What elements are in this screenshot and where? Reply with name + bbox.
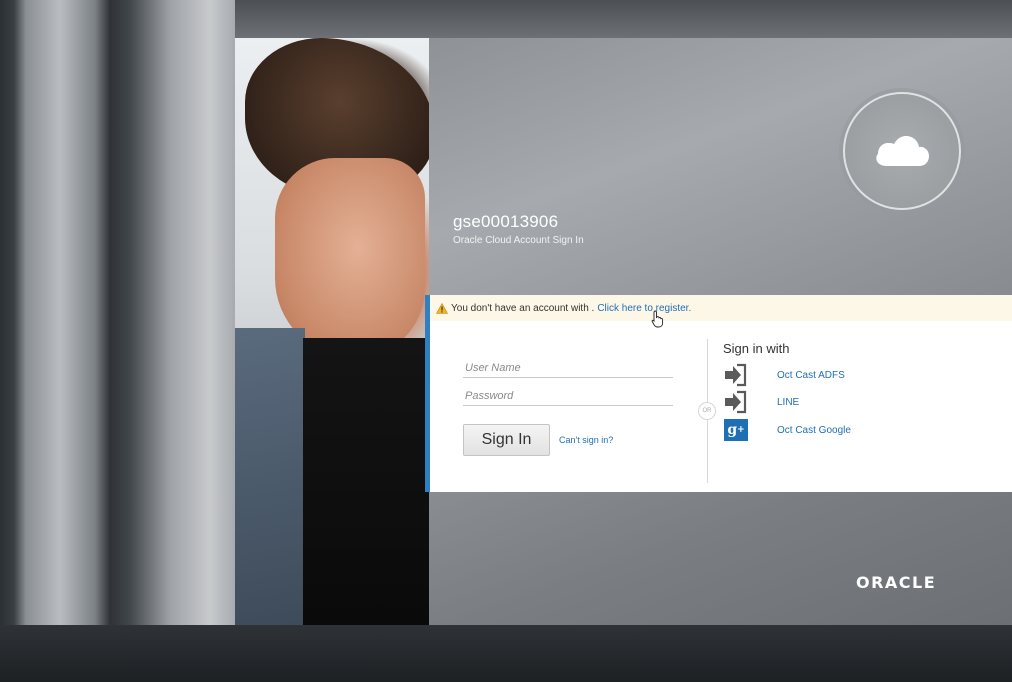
background-top [235, 0, 1012, 38]
sso-provider-line[interactable]: LINE [723, 389, 799, 415]
page-subtitle: Oracle Cloud Account Sign In [453, 235, 584, 246]
google-plus-icon: g + [723, 418, 749, 442]
password-input[interactable] [463, 386, 673, 406]
hand-cursor-icon [651, 310, 664, 328]
account-warning-bar: You don't have an account with . Click h… [430, 295, 1012, 321]
sign-in-arrow-icon [723, 363, 749, 387]
sso-link-google[interactable]: Oct Cast Google [777, 425, 851, 436]
cant-sign-in-link[interactable]: Can't sign in? [559, 435, 613, 445]
warning-message: You don't have an account with . [451, 302, 595, 314]
sign-in-arrow-icon [723, 390, 749, 414]
sso-link-line[interactable]: LINE [777, 397, 799, 408]
sso-provider-google[interactable]: g + Oct Cast Google [723, 417, 851, 443]
cloud-badge [843, 92, 961, 210]
tenant-name: gse00013906 [453, 212, 559, 231]
cloud-icon [876, 136, 929, 166]
background-bottom [0, 625, 1012, 682]
hero-photo [235, 38, 435, 625]
oracle-logo: ORACLE [856, 573, 937, 592]
login-card: You don't have an account with . Click h… [425, 295, 1012, 492]
identity-header: gse00013906 Oracle Cloud Account Sign In [453, 212, 584, 246]
photo-jacket [235, 328, 305, 625]
sso-title: Sign in with [723, 341, 790, 356]
or-separator: OR [698, 402, 716, 420]
username-input[interactable] [463, 358, 673, 378]
register-link[interactable]: Click here to register. [597, 303, 691, 314]
sign-in-button[interactable]: Sign In [463, 424, 550, 456]
sso-link-adfs[interactable]: Oct Cast ADFS [777, 370, 845, 381]
photo-sweater [303, 338, 429, 625]
warning-icon [436, 302, 448, 314]
sso-provider-adfs[interactable]: Oct Cast ADFS [723, 362, 845, 388]
